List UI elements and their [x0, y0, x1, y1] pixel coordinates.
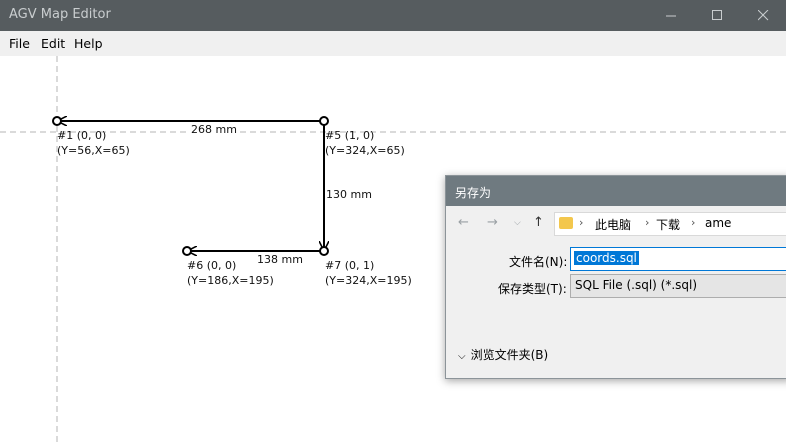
filetype-select[interactable]: SQL File (.sql) (*.sql) — [570, 274, 786, 298]
address-bar[interactable]: › 此电脑 › 下载 › ame — [554, 212, 786, 236]
browse-folders-toggle[interactable]: ⌵ 浏览文件夹(B) — [458, 346, 548, 363]
node-label-7: #7 (0, 1) (Y=324,X=195) — [325, 258, 412, 288]
breadcrumb-item[interactable]: ame — [705, 216, 731, 230]
dialog-title: 另存为 — [455, 186, 492, 200]
menu-file[interactable]: File — [9, 36, 30, 51]
breadcrumb-item[interactable]: 此电脑 — [595, 216, 631, 233]
breadcrumb-separator-icon: › — [579, 216, 584, 229]
distance-label-top: 268 mm — [190, 123, 238, 136]
menu-edit[interactable]: Edit — [41, 36, 65, 51]
node-label-1: #1 (0, 0) (Y=56,X=65) — [57, 128, 130, 158]
back-arrow-icon[interactable]: ← — [458, 215, 469, 230]
node-coords: (Y=324,X=195) — [325, 274, 412, 287]
breadcrumb-separator-icon: › — [645, 216, 650, 229]
node-coords: (Y=186,X=195) — [187, 274, 274, 287]
filename-value: coords.sql — [574, 251, 639, 265]
node-label-5: #5 (1, 0) (Y=324,X=65) — [325, 128, 405, 158]
node-marker-7 — [319, 246, 329, 256]
save-as-dialog: 另存为 ← → ⌵ ↑ › 此电脑 › 下载 › ame 文件名(N): coo… — [445, 175, 786, 379]
menu-bar: File Edit Help — [0, 31, 786, 56]
menu-help[interactable]: Help — [74, 36, 103, 51]
dialog-nav-bar: ← → ⌵ ↑ › 此电脑 › 下载 › ame — [446, 206, 786, 239]
history-chevron-icon[interactable]: ⌵ — [514, 218, 521, 228]
node-id: #5 (1, 0) — [325, 129, 375, 142]
node-coords: (Y=56,X=65) — [57, 144, 130, 157]
title-bar: AGV Map Editor — [0, 0, 786, 31]
dialog-title-bar: 另存为 — [446, 176, 786, 206]
maximize-icon — [712, 10, 722, 20]
filename-input[interactable]: coords.sql — [570, 247, 786, 271]
filetype-label: 保存类型(T): — [498, 282, 567, 296]
forward-arrow-icon[interactable]: → — [487, 215, 498, 230]
up-arrow-icon[interactable]: ↑ — [533, 215, 544, 230]
app-window: AGV Map Editor File Edit Help #1 (0, 0) … — [0, 0, 786, 443]
chevron-down-icon: ⌵ — [458, 351, 466, 362]
close-button[interactable] — [740, 0, 786, 31]
minimize-button[interactable] — [648, 0, 694, 31]
minimize-icon — [666, 15, 676, 17]
filetype-value: SQL File (.sql) (*.sql) — [575, 278, 698, 292]
node-marker-1 — [52, 116, 62, 126]
node-coords: (Y=324,X=65) — [325, 144, 405, 157]
distance-label-right: 130 mm — [325, 188, 373, 201]
node-id: #7 (0, 1) — [325, 259, 375, 272]
distance-label-bottom: 138 mm — [256, 253, 304, 266]
filename-label: 文件名(N): — [509, 255, 568, 269]
node-marker-6 — [182, 246, 192, 256]
maximize-button[interactable] — [694, 0, 740, 31]
folder-icon — [559, 217, 573, 229]
window-title: AGV Map Editor — [9, 7, 111, 22]
breadcrumb-item[interactable]: 下载 — [656, 216, 680, 233]
browse-folders-label: 浏览文件夹(B) — [470, 348, 549, 362]
node-marker-5 — [319, 116, 329, 126]
node-id: #1 (0, 0) — [57, 129, 107, 142]
close-icon — [758, 10, 769, 21]
breadcrumb-separator-icon: › — [691, 216, 696, 229]
